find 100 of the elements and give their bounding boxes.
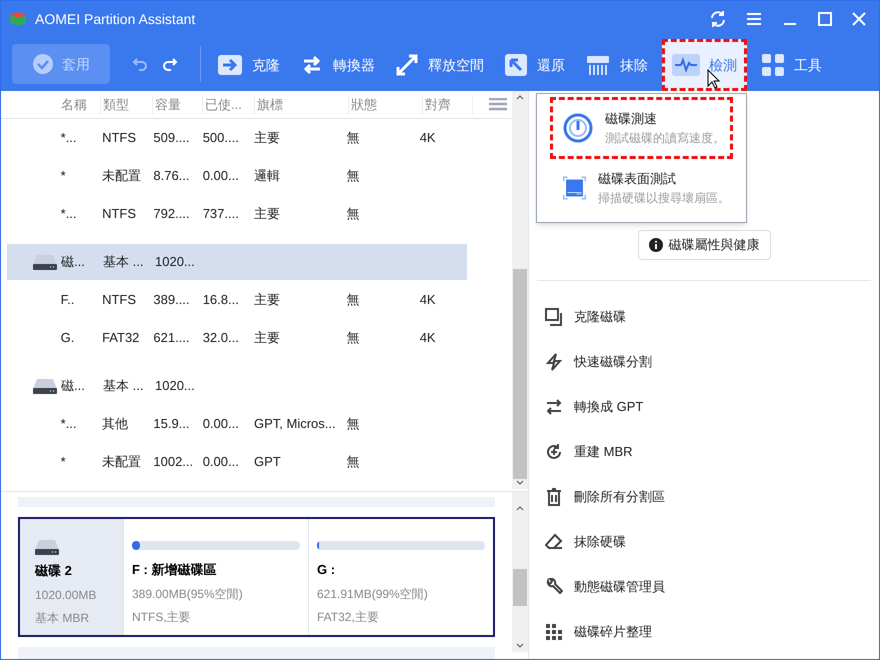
table-cell-text: GPT, Micros... — [253, 415, 337, 434]
partition-space: 621.91MB(99%空閒) — [317, 586, 429, 602]
table-cell-text: 500.... — [202, 129, 240, 148]
shredder-icon — [585, 53, 611, 77]
disk-card[interactable]: 磁碟 2 1020.00MB 基本 MBR F : 新增磁碟區 389.00MB(95%空閒) NTFS,主要 G : 621.91MB(99%空閒) FAT32,主要 — [18, 517, 495, 637]
table-row[interactable]: *... NTFS 792.... 737.... 主要 無 — [7, 195, 467, 233]
toolbar-button[interactable]: 轉換器 — [290, 39, 385, 91]
toolbar-button[interactable]: 克隆 — [207, 39, 290, 91]
action-item[interactable]: 刪除所有分割區 — [529, 474, 879, 519]
table-cell-text: 無 — [346, 329, 361, 348]
table-cell-text: * — [60, 453, 67, 472]
lightning-icon — [545, 352, 563, 370]
table-cell-text: NTFS — [101, 205, 138, 224]
table-cell-text: *... — [60, 205, 78, 224]
table-cell-text: 磁... — [60, 377, 86, 396]
scrollbar[interactable] — [512, 91, 528, 489]
partition-block[interactable]: F : 新增磁碟區 389.00MB(95%空閒) NTFS,主要 — [123, 519, 308, 635]
column-header[interactable]: 名稱 — [59, 94, 101, 114]
swap-arrows-icon — [545, 398, 563, 416]
table-cell-text: 621.... — [152, 329, 191, 348]
properties-button[interactable]: 磁碟屬性與健康 — [638, 230, 770, 260]
table-cell-text: 基本 ... — [102, 377, 144, 396]
table-cell-text: 8.76... — [152, 167, 191, 186]
action-item[interactable]: 動態磁碟管理員 — [529, 564, 879, 609]
table-cell-text: 4K — [418, 329, 437, 348]
table-cell-text: 主要 — [253, 129, 281, 148]
column-header[interactable]: 已使... — [203, 94, 255, 114]
table-cell-text: 1020... — [154, 377, 196, 396]
scrollbar[interactable] — [512, 492, 528, 652]
undo-icon[interactable] — [132, 57, 148, 71]
refresh-icon[interactable] — [709, 10, 727, 28]
menu-item[interactable]: 磁碟測速 測試磁碟的讀寫速度。 — [553, 100, 730, 156]
expand-arrows-icon — [395, 53, 419, 77]
table-row[interactable]: 磁... 基本 ... 1020... — [7, 368, 467, 404]
table-cell-text: 未配置 — [101, 167, 142, 186]
partition-block[interactable]: G : 621.91MB(99%空閒) FAT32,主要 — [308, 519, 493, 635]
action-item[interactable]: 磁碟碎片整理 — [529, 609, 879, 654]
table-cell-text: 未配置 — [101, 453, 142, 472]
table-row[interactable]: * 未配置 8.76... 0.00... 邏輯 無 — [7, 157, 467, 195]
table-cell-text: *... — [60, 415, 78, 434]
toolbar-button[interactable]: 檢測 — [662, 39, 747, 91]
column-header[interactable]: 旗標 — [255, 94, 349, 114]
dots-grid-icon — [545, 622, 563, 640]
table-cell-text: 4K — [418, 291, 437, 310]
table-cell-text: 磁... — [60, 253, 86, 272]
column-header[interactable]: 容量 — [153, 94, 203, 114]
maximize-icon[interactable] — [817, 11, 833, 27]
toolbar-button[interactable]: 還原 — [494, 39, 575, 91]
partition-label: F : 新增磁碟區 — [132, 561, 218, 579]
table-cell-text: NTFS — [101, 129, 138, 148]
disk-type: 基本 MBR — [35, 610, 90, 626]
partition-label: G : — [317, 561, 336, 579]
table-row[interactable]: *... NTFS 509.... 500.... 主要 無 4K — [7, 119, 467, 157]
table-cell-text: 1020... — [154, 253, 196, 272]
menu-item[interactable]: 磁碟表面測試 掃描硬碟以搜尋壞扇區。 — [553, 160, 730, 216]
table-row[interactable]: * 未配置 1002... 0.00... GPT 無 — [7, 443, 467, 481]
action-item[interactable]: 重建 MBR — [529, 429, 879, 474]
table-row[interactable]: F.. NTFS 389.... 16.8... 主要 無 4K — [7, 281, 467, 319]
table-row[interactable]: *... 其他 15.9... 0.00... GPT, Micros... 無 — [7, 405, 467, 443]
table-cell-text: 主要 — [253, 205, 281, 224]
table-cell-text: 邏輯 — [253, 167, 281, 186]
action-item[interactable]: 抹除硬碟 — [529, 519, 879, 564]
table-cell-text: * — [60, 167, 67, 186]
menu-icon[interactable] — [745, 12, 763, 26]
partition-info: NTFS,主要 — [132, 608, 192, 626]
table-row[interactable]: G. FAT32 621.... 32.0... 主要 無 4K — [7, 319, 467, 357]
toolbar-button[interactable]: 工具 — [751, 39, 832, 91]
table-cell-text: 主要 — [253, 291, 281, 310]
info-icon — [648, 238, 662, 252]
table-cell-text: 基本 ... — [102, 253, 144, 272]
table-cell-text: 16.8... — [202, 291, 240, 310]
table-cell-text: 32.0... — [202, 329, 240, 348]
action-item[interactable]: 轉換成 GPT — [529, 384, 879, 429]
column-header[interactable]: 對齊 — [423, 94, 473, 114]
partition-info: FAT32,主要 — [317, 608, 380, 626]
copy-icon — [545, 308, 563, 326]
table-cell-text: 792.... — [152, 205, 191, 224]
table-cell-text: 無 — [346, 453, 361, 472]
check-circle-icon — [32, 53, 54, 75]
table-cell-text: GPT — [253, 453, 282, 472]
column-settings-icon[interactable] — [489, 98, 507, 112]
wrench-icon — [545, 578, 563, 596]
table-cell-text: 主要 — [253, 329, 281, 348]
table-cell-text: 其他 — [101, 415, 130, 434]
table-cell-text: 0.00... — [202, 415, 240, 434]
column-header[interactable]: 狀態 — [349, 94, 423, 114]
menu-item-title: 磁碟表面測試 — [598, 170, 677, 188]
toolbar-button[interactable]: 抹除 — [575, 39, 658, 91]
redo-icon[interactable] — [162, 57, 178, 71]
menu-item-description: 測試磁碟的讀寫速度。 — [605, 130, 725, 147]
toolbar-button[interactable]: 釋放空間 — [385, 39, 494, 91]
speedometer-icon — [563, 113, 593, 143]
action-item[interactable]: 快速磁碟分割 — [529, 339, 879, 384]
table-cell-text: 389.... — [152, 291, 191, 310]
table-cell-text: F.. — [60, 291, 76, 310]
table-row[interactable]: 磁... 基本 ... 1020... — [7, 244, 467, 280]
close-icon[interactable] — [851, 11, 867, 27]
column-header[interactable]: 類型 — [101, 94, 153, 114]
action-item[interactable]: 克隆磁碟 — [529, 294, 879, 339]
table-cell-text: FAT32 — [101, 329, 140, 348]
